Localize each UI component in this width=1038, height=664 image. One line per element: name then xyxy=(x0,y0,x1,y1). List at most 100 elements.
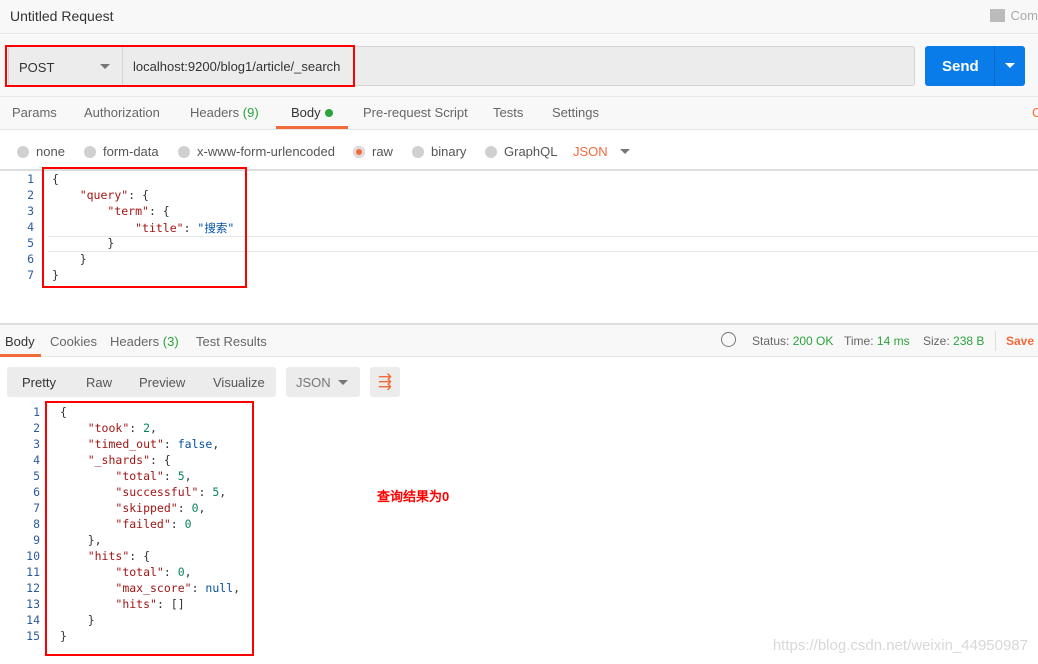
status-label: Status: xyxy=(752,334,790,348)
url-bar: POST localhost:9200/blog1/article/_searc… xyxy=(0,35,1038,97)
tab-settings[interactable]: Settings xyxy=(552,105,599,120)
cookies-link[interactable]: C xyxy=(1032,105,1038,120)
radio-selected-icon xyxy=(353,145,365,158)
headers-count: (9) xyxy=(242,105,259,120)
title-bar: Untitled Request Com xyxy=(0,0,1038,34)
tab-authorization[interactable]: Authorization xyxy=(84,105,160,120)
format-value: JSON xyxy=(296,375,331,390)
line-number: 6 xyxy=(27,252,34,266)
view-preview[interactable]: Preview xyxy=(139,375,185,390)
time-readout: Time: 14 ms xyxy=(844,334,910,348)
size-readout: Size: 238 B xyxy=(923,334,984,348)
line-number: 2 xyxy=(33,421,40,435)
radio-graphql[interactable]: GraphQL xyxy=(485,144,557,159)
radio-icon xyxy=(485,145,497,158)
radio-raw[interactable]: raw xyxy=(353,144,393,159)
view-visualize[interactable]: Visualize xyxy=(213,375,265,390)
radio-label: GraphQL xyxy=(504,144,558,159)
size-label: Size: xyxy=(923,334,950,348)
tab-tests[interactable]: Tests xyxy=(493,105,523,120)
send-label: Send xyxy=(942,58,979,75)
radio-binary[interactable]: binary xyxy=(412,144,466,159)
line-number: 4 xyxy=(27,220,34,234)
line-number: 8 xyxy=(33,517,40,531)
line-number: 12 xyxy=(26,581,40,595)
radio-icon xyxy=(17,145,29,158)
line-number: 9 xyxy=(33,533,40,547)
response-tab-headers[interactable]: Headers (3) xyxy=(110,334,179,349)
active-tab-indicator xyxy=(0,354,41,357)
radio-none[interactable]: none xyxy=(17,144,65,159)
line-number: 1 xyxy=(33,405,40,419)
highlight-box xyxy=(45,401,254,656)
line-number: 3 xyxy=(33,437,40,451)
view-raw[interactable]: Raw xyxy=(86,375,112,390)
request-tabs: Params Authorization Headers (9) Body Pr… xyxy=(0,97,1038,130)
globe-icon[interactable] xyxy=(721,332,736,347)
time-value: 14 ms xyxy=(876,334,910,348)
radio-form-data[interactable]: form-data xyxy=(84,144,159,159)
radio-icon xyxy=(84,145,96,158)
response-format-select[interactable]: JSON xyxy=(286,367,360,397)
line-number: 2 xyxy=(27,188,34,202)
tab-pre-request-script[interactable]: Pre-request Script xyxy=(363,105,468,120)
active-tab-indicator xyxy=(276,126,348,129)
comments-button[interactable]: Com xyxy=(989,8,1038,23)
headers-count: (3) xyxy=(162,334,179,349)
response-tab-test-results[interactable]: Test Results xyxy=(196,334,267,349)
body-type-options: none form-data x-www-form-urlencoded raw… xyxy=(0,131,1038,171)
line-number: 3 xyxy=(27,204,34,218)
save-response-button[interactable]: Save R xyxy=(1006,334,1038,348)
response-tabs: Body Cookies Headers (3) Test Results St… xyxy=(0,323,1038,357)
radio-label: x-www-form-urlencoded xyxy=(197,144,335,159)
chevron-down-icon xyxy=(338,380,348,390)
send-options-chevron-icon[interactable] xyxy=(1005,63,1015,73)
status-value: 200 OK xyxy=(792,334,834,348)
status-readout: Status: 200 OK xyxy=(752,334,833,348)
radio-label: form-data xyxy=(103,144,159,159)
line-number: 5 xyxy=(33,469,40,483)
status-dot-icon xyxy=(324,109,333,117)
line-number: 11 xyxy=(26,565,40,579)
highlight-box xyxy=(5,45,355,87)
time-label: Time: xyxy=(844,334,874,348)
tab-label: Headers xyxy=(190,105,240,120)
line-number: 5 xyxy=(27,236,34,250)
line-number: 1 xyxy=(27,172,34,186)
radio-icon xyxy=(412,145,424,158)
body-format-select[interactable]: JSON xyxy=(573,144,630,159)
tab-headers[interactable]: Headers (9) xyxy=(190,105,259,120)
tab-label: Body xyxy=(291,105,321,120)
line-number: 6 xyxy=(33,485,40,499)
tab-params[interactable]: Params xyxy=(12,105,57,120)
wrap-lines-icon[interactable]: ⇶ xyxy=(370,367,400,397)
request-title[interactable]: Untitled Request xyxy=(10,8,114,24)
comment-icon xyxy=(989,9,1005,22)
line-number: 7 xyxy=(33,501,40,515)
annotation-text: 查询结果为0 xyxy=(377,489,450,504)
response-tab-cookies[interactable]: Cookies xyxy=(50,334,97,349)
line-number: 13 xyxy=(26,597,40,611)
size-value: 238 B xyxy=(953,334,985,348)
line-number: 10 xyxy=(26,549,40,563)
view-pretty[interactable]: Pretty xyxy=(22,375,56,390)
tab-label: Headers xyxy=(110,334,160,349)
radio-icon xyxy=(178,145,190,158)
send-button[interactable]: Send xyxy=(925,46,1025,86)
radio-label: raw xyxy=(372,144,393,159)
line-number: 4 xyxy=(33,453,40,467)
line-number: 14 xyxy=(26,613,40,627)
line-number: 15 xyxy=(26,629,40,643)
radio-x-www-form-urlencoded[interactable]: x-www-form-urlencoded xyxy=(178,144,335,159)
view-mode-toolbar: Pretty Raw Preview Visualize xyxy=(7,367,276,397)
line-number: 7 xyxy=(27,268,34,282)
comments-label: Com xyxy=(1010,8,1038,23)
tab-body[interactable]: Body xyxy=(291,105,333,120)
radio-label: binary xyxy=(431,144,467,159)
highlight-box xyxy=(42,167,247,288)
response-tab-body[interactable]: Body xyxy=(5,334,35,349)
radio-label: none xyxy=(36,144,65,159)
chevron-down-icon xyxy=(619,149,630,159)
format-value: JSON xyxy=(573,144,608,159)
watermark: https://blog.csdn.net/weixin_44950987 xyxy=(772,637,1028,654)
